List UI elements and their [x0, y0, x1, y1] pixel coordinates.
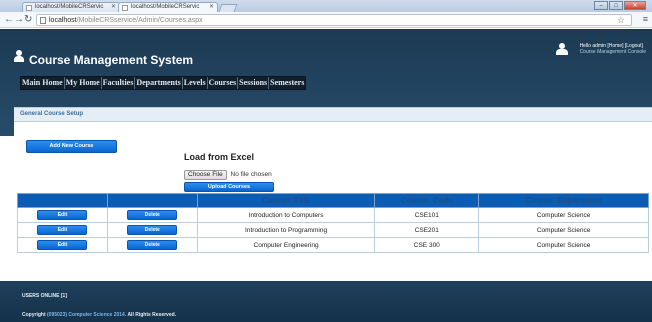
panel-header: General Course Setup	[14, 107, 652, 122]
table-row: Edit Delete Computer Engineering CSE 300…	[17, 237, 649, 253]
course-title-cell: Introduction to Computers	[196, 207, 376, 223]
user-info: Hello admin [Home] [Logout] Course Manag…	[555, 43, 646, 55]
column-header	[17, 193, 108, 208]
user-logo-icon	[14, 50, 24, 62]
main-nav: Main Home My Home Faculties Departments …	[20, 76, 307, 90]
load-from-excel-heading: Load from Excel	[184, 152, 255, 162]
table-row: Edit Delete Introduction to Programming …	[17, 222, 649, 238]
user-subtitle: Course Management Console	[579, 49, 646, 55]
url-path: /MobileCRSservice/Admin/Courses.aspx	[76, 17, 203, 24]
copyright-suffix: All Rights Reserved.	[127, 312, 177, 318]
edit-button[interactable]: Edit	[37, 210, 88, 220]
browser-tab-1[interactable]: localhost/MobileCRServic ✕	[22, 2, 120, 12]
choose-file-button[interactable]: Choose File	[184, 170, 227, 180]
browser-tab-2[interactable]: localhost/MobileCRServic ✕	[118, 2, 218, 12]
courses-table: Course_Title Course_Code Course_Departme…	[17, 193, 649, 253]
upload-courses-button[interactable]: Upload Courses	[184, 182, 274, 192]
maximize-icon[interactable]: □	[609, 1, 623, 10]
url-host: localhost	[49, 17, 77, 24]
site-title: Course Management System	[29, 53, 194, 67]
file-upload-row: Choose File No file chosen	[184, 170, 272, 180]
course-department-cell: Computer Science	[478, 222, 649, 238]
course-title-cell: Computer Engineering	[196, 237, 376, 253]
delete-button[interactable]: Delete	[127, 225, 178, 235]
window-controls: – □ ✕	[593, 1, 646, 10]
course-department-cell: Computer Science	[478, 237, 649, 253]
nav-my-home[interactable]: My Home	[65, 77, 102, 89]
nav-semesters[interactable]: Semesters	[269, 77, 305, 89]
nav-main-home[interactable]: Main Home	[21, 77, 65, 89]
close-tab-icon[interactable]: ✕	[209, 3, 214, 12]
page-icon	[40, 17, 46, 24]
column-header-course-code[interactable]: Course_Code	[374, 193, 480, 208]
course-setup-panel: General Course Setup Add New Course Load…	[14, 107, 652, 269]
copyright-highlight: (095023) Computer Science 2014.	[47, 312, 127, 318]
nav-levels[interactable]: Levels	[183, 77, 208, 89]
course-code-cell: CSE 300	[374, 237, 480, 253]
course-department-cell: Computer Science	[478, 207, 649, 223]
nav-faculties[interactable]: Faculties	[102, 77, 136, 89]
tab-label: localhost/MobileCRServic	[131, 4, 200, 10]
users-online-label: USERS ONLINE [1]	[22, 293, 68, 299]
reload-icon[interactable]: ↻	[24, 14, 32, 26]
menu-icon[interactable]: ≡	[643, 14, 648, 24]
user-avatar-icon	[555, 43, 568, 55]
copyright-prefix: Copyright	[22, 312, 46, 318]
column-header	[106, 193, 198, 208]
course-title-cell: Introduction to Programming	[196, 222, 376, 238]
browser-toolbar: ← → ↻ localhost/MobileCRSservice/Admin/C…	[0, 12, 652, 28]
course-code-cell: CSE201	[374, 222, 480, 238]
new-tab-button[interactable]	[218, 4, 238, 12]
site-footer: USERS ONLINE [1] Copyright (095023) Comp…	[0, 281, 652, 322]
copyright-text: Copyright (095023) Computer Science 2014…	[22, 312, 176, 318]
back-arrow-icon[interactable]: ←	[4, 14, 14, 26]
nav-departments[interactable]: Departments	[135, 77, 183, 89]
edit-button[interactable]: Edit	[37, 240, 88, 250]
tab-label: localhost/MobileCRServic	[35, 4, 104, 10]
page-favicon-icon	[122, 5, 128, 11]
nav-sessions[interactable]: Sessions	[238, 77, 270, 89]
edit-button[interactable]: Edit	[37, 225, 88, 235]
table-row: Edit Delete Introduction to Computers CS…	[17, 207, 649, 223]
forward-arrow-icon[interactable]: →	[14, 14, 24, 26]
table-header-row: Course_Title Course_Code Course_Departme…	[17, 193, 649, 208]
column-header-course-title[interactable]: Course_Title	[196, 193, 376, 208]
bookmark-star-icon[interactable]: ☆	[617, 15, 625, 26]
panel-title: General Course Setup	[20, 111, 84, 117]
address-bar[interactable]: localhost/MobileCRSservice/Admin/Courses…	[36, 14, 632, 26]
course-code-cell: CSE101	[374, 207, 480, 223]
no-file-label: No file chosen	[230, 171, 272, 178]
browser-titlebar: localhost/MobileCRServic ✕ localhost/Mob…	[0, 0, 652, 12]
column-header-course-department[interactable]: Course_Department	[478, 193, 649, 208]
add-new-course-button[interactable]: Add New Course	[26, 140, 117, 153]
close-window-icon[interactable]: ✕	[624, 1, 646, 10]
nav-courses[interactable]: Courses	[208, 77, 239, 89]
page-favicon-icon	[26, 5, 32, 11]
delete-button[interactable]: Delete	[127, 210, 178, 220]
close-tab-icon[interactable]: ✕	[111, 3, 116, 12]
delete-button[interactable]: Delete	[127, 240, 178, 250]
minimize-icon[interactable]: –	[594, 1, 608, 10]
